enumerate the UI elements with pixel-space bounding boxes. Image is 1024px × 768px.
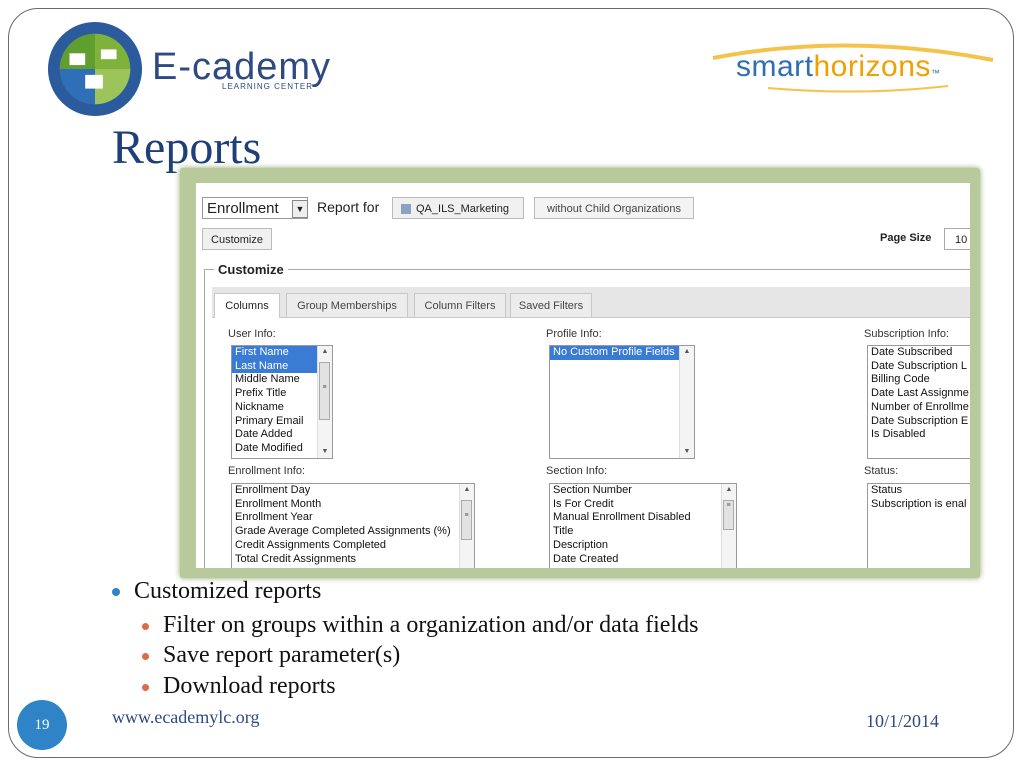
page-size-input[interactable]: 10 bbox=[944, 228, 970, 250]
page-size-label: Page Size bbox=[880, 232, 932, 244]
tab-bar: Columns Group Memberships Column Filters… bbox=[212, 287, 970, 318]
logo-smart: smart bbox=[736, 50, 814, 83]
logo-subtitle: LEARNING CENTER bbox=[222, 82, 314, 91]
bullet-dot-icon bbox=[112, 588, 120, 597]
list-item[interactable]: Number of Enrollme bbox=[868, 401, 970, 415]
subscription-info-label: Subscription Info: bbox=[864, 328, 949, 340]
section-info-label: Section Info: bbox=[546, 465, 608, 477]
enrollment-info-list[interactable]: Enrollment Day Enrollment Month Enrollme… bbox=[231, 483, 475, 568]
bullet-dot-icon bbox=[142, 622, 149, 630]
subscription-info-list[interactable]: Date Subscribed Date Subscription L Bill… bbox=[867, 345, 970, 459]
bullet-dot-icon bbox=[142, 683, 149, 691]
profile-info-label: Profile Info: bbox=[546, 328, 602, 340]
list-item[interactable]: Date Subscribed bbox=[868, 346, 970, 360]
status-label: Status: bbox=[864, 465, 899, 477]
org-select-button[interactable]: QA_ILS_Marketing bbox=[392, 197, 524, 219]
scrollbar[interactable]: ▲ ≡ ▼ bbox=[317, 346, 332, 458]
list-item[interactable]: Date Last Assignme bbox=[868, 387, 970, 401]
bullet-main: Customized reports bbox=[112, 578, 321, 605]
report-for-label: Report for bbox=[317, 199, 380, 215]
scroll-up-icon[interactable]: ▲ bbox=[680, 346, 694, 358]
list-item[interactable]: Status bbox=[868, 484, 970, 498]
list-item[interactable]: Enrollment Day bbox=[232, 484, 474, 498]
status-list[interactable]: Status Subscription is enal bbox=[867, 483, 970, 568]
sub-bullet-text: Filter on groups within a organization a… bbox=[163, 612, 699, 638]
bullet-dot-icon bbox=[142, 652, 149, 660]
enrollment-info-label: Enrollment Info: bbox=[228, 465, 306, 477]
tab-group-memberships[interactable]: Group Memberships bbox=[286, 293, 408, 317]
list-item[interactable]: Billing Code bbox=[868, 373, 970, 387]
ecademy-logo-icon bbox=[47, 21, 143, 117]
scroll-up-icon[interactable]: ▲ bbox=[722, 484, 736, 496]
sub-bullet: Download reports bbox=[142, 673, 336, 700]
list-item[interactable]: Is Disabled bbox=[868, 428, 970, 442]
list-item[interactable]: Is For Credit bbox=[550, 498, 736, 512]
list-item[interactable]: Description bbox=[550, 539, 736, 553]
list-item[interactable]: Enrollment Year bbox=[232, 511, 474, 525]
scroll-thumb[interactable]: ≡ bbox=[461, 500, 472, 540]
smarthorizons-logo: smarthorizons™ bbox=[736, 50, 940, 84]
scrollbar[interactable]: ▲ ▼ bbox=[679, 346, 694, 458]
list-item[interactable]: Subscription is enal bbox=[868, 498, 970, 512]
sub-bullet-text: Download reports bbox=[163, 673, 336, 699]
list-item[interactable]: Title bbox=[550, 525, 736, 539]
scroll-down-icon[interactable]: ▼ bbox=[680, 446, 694, 458]
scroll-down-icon[interactable]: ▼ bbox=[318, 446, 332, 458]
bullet-text: Customized reports bbox=[134, 578, 322, 604]
customize-legend: Customize bbox=[214, 262, 288, 277]
scroll-up-icon[interactable]: ▲ bbox=[318, 346, 332, 358]
sub-bullet-text: Save report parameter(s) bbox=[163, 642, 401, 668]
list-item[interactable]: Date Subscription E bbox=[868, 415, 970, 429]
scroll-thumb[interactable]: ≡ bbox=[723, 500, 734, 530]
tab-column-filters[interactable]: Column Filters bbox=[414, 293, 506, 317]
list-item[interactable]: Section Number bbox=[550, 484, 736, 498]
footer-date: 10/1/2014 bbox=[866, 711, 940, 731]
list-item[interactable]: Date Created bbox=[550, 553, 736, 567]
slide-title: Reports bbox=[112, 121, 262, 174]
child-org-button[interactable]: without Child Organizations bbox=[534, 197, 694, 219]
org-button-label: QA_ILS_Marketing bbox=[416, 203, 509, 215]
list-item[interactable]: Manual Enrollment Disabled bbox=[550, 511, 736, 525]
list-item[interactable]: Enrollment Month bbox=[232, 498, 474, 512]
sub-bullet: Save report parameter(s) bbox=[142, 642, 400, 669]
list-item[interactable]: Grade Average Completed Assignments (%) bbox=[232, 525, 474, 539]
logo-horizons: horizons bbox=[813, 50, 931, 83]
list-item[interactable]: No Custom Profile Fields bbox=[550, 346, 679, 360]
user-info-label: User Info: bbox=[228, 328, 276, 340]
user-info-list[interactable]: First Name Last Name Middle Name Prefix … bbox=[231, 345, 333, 459]
list-item[interactable]: Total Credit Assignments bbox=[232, 553, 474, 567]
profile-info-list[interactable]: No Custom Profile Fields ▲ ▼ bbox=[549, 345, 695, 459]
scroll-thumb[interactable]: ≡ bbox=[319, 362, 330, 420]
list-item[interactable]: Date Subscription L bbox=[868, 360, 970, 374]
customize-button[interactable]: Customize bbox=[202, 228, 272, 250]
footer-url[interactable]: www.ecademylc.org bbox=[112, 707, 259, 728]
scrollbar[interactable]: ▲ ≡ bbox=[721, 484, 736, 568]
tab-columns[interactable]: Columns bbox=[214, 293, 280, 318]
scroll-up-icon[interactable]: ▲ bbox=[460, 484, 474, 496]
sub-bullet: Filter on groups within a organization a… bbox=[142, 612, 698, 639]
page-number: 19 bbox=[17, 700, 67, 750]
section-info-list[interactable]: Section Number Is For Credit Manual Enro… bbox=[549, 483, 737, 568]
chevron-down-icon[interactable]: ▼ bbox=[292, 200, 308, 218]
scrollbar[interactable]: ▲ ≡ bbox=[459, 484, 474, 568]
reports-screenshot: Enrollment ▼ Report for QA_ILS_Marketing… bbox=[196, 183, 970, 568]
building-icon bbox=[401, 204, 411, 215]
tab-saved-filters[interactable]: Saved Filters bbox=[510, 293, 592, 317]
list-item[interactable]: Credit Assignments Completed bbox=[232, 539, 474, 553]
logo-tm: ™ bbox=[930, 68, 941, 78]
